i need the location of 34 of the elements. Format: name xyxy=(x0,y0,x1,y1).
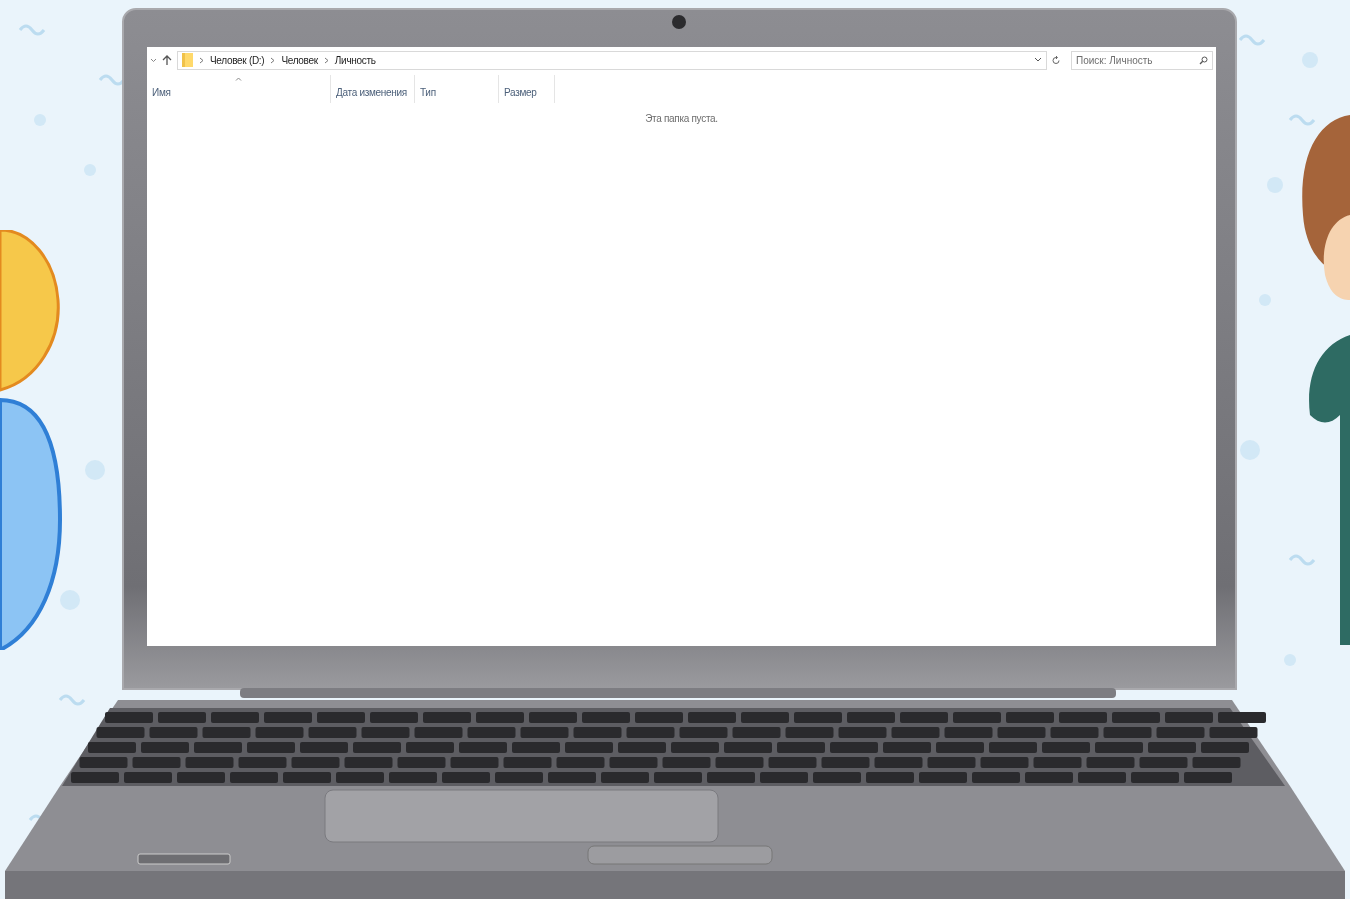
breadcrumb-link[interactable]: Личность xyxy=(334,54,376,66)
column-header[interactable]: Тип xyxy=(415,75,499,103)
chevron-right-icon xyxy=(270,56,276,64)
empty-folder-message: Эта папка пуста. xyxy=(645,113,718,124)
webcam-icon xyxy=(672,15,686,29)
search-icon xyxy=(1199,55,1208,65)
squiggle-line xyxy=(1288,114,1316,126)
confetti-dot xyxy=(85,460,105,480)
chevron-right-icon xyxy=(199,56,204,64)
squiggle-line xyxy=(1288,554,1316,566)
breadcrumb-link[interactable]: Человек xyxy=(281,54,318,66)
chevron-right-icon xyxy=(323,56,329,64)
confetti-dot xyxy=(34,114,46,126)
confetti-dot xyxy=(84,164,96,176)
squiggle-line xyxy=(58,694,86,706)
address-bar[interactable]: Человек (D:) Человек Личность xyxy=(177,50,1047,70)
confetti-dot xyxy=(60,590,80,610)
folder-icon xyxy=(182,53,193,67)
breadcrumb-link[interactable]: Человек (D:) xyxy=(210,54,265,66)
column-header[interactable]: Размер xyxy=(499,75,555,103)
squiggle-line xyxy=(18,24,46,36)
search-field[interactable]: Поиск: Личность xyxy=(1071,50,1213,70)
chevron-down-icon[interactable] xyxy=(150,57,157,63)
confetti-dot xyxy=(1284,654,1296,666)
chevron-down-icon[interactable] xyxy=(1034,57,1042,63)
squiggle-line xyxy=(1238,34,1266,46)
refresh-icon[interactable] xyxy=(1051,54,1061,66)
column-header[interactable]: Дата изменения xyxy=(331,75,415,103)
column-header[interactable]: Имя xyxy=(147,75,331,103)
confetti-dot xyxy=(1302,52,1318,68)
confetti-dot xyxy=(1267,177,1283,193)
confetti-dot xyxy=(1240,440,1260,460)
up-arrow-icon[interactable] xyxy=(161,54,173,66)
confetti-dot xyxy=(1259,294,1271,306)
